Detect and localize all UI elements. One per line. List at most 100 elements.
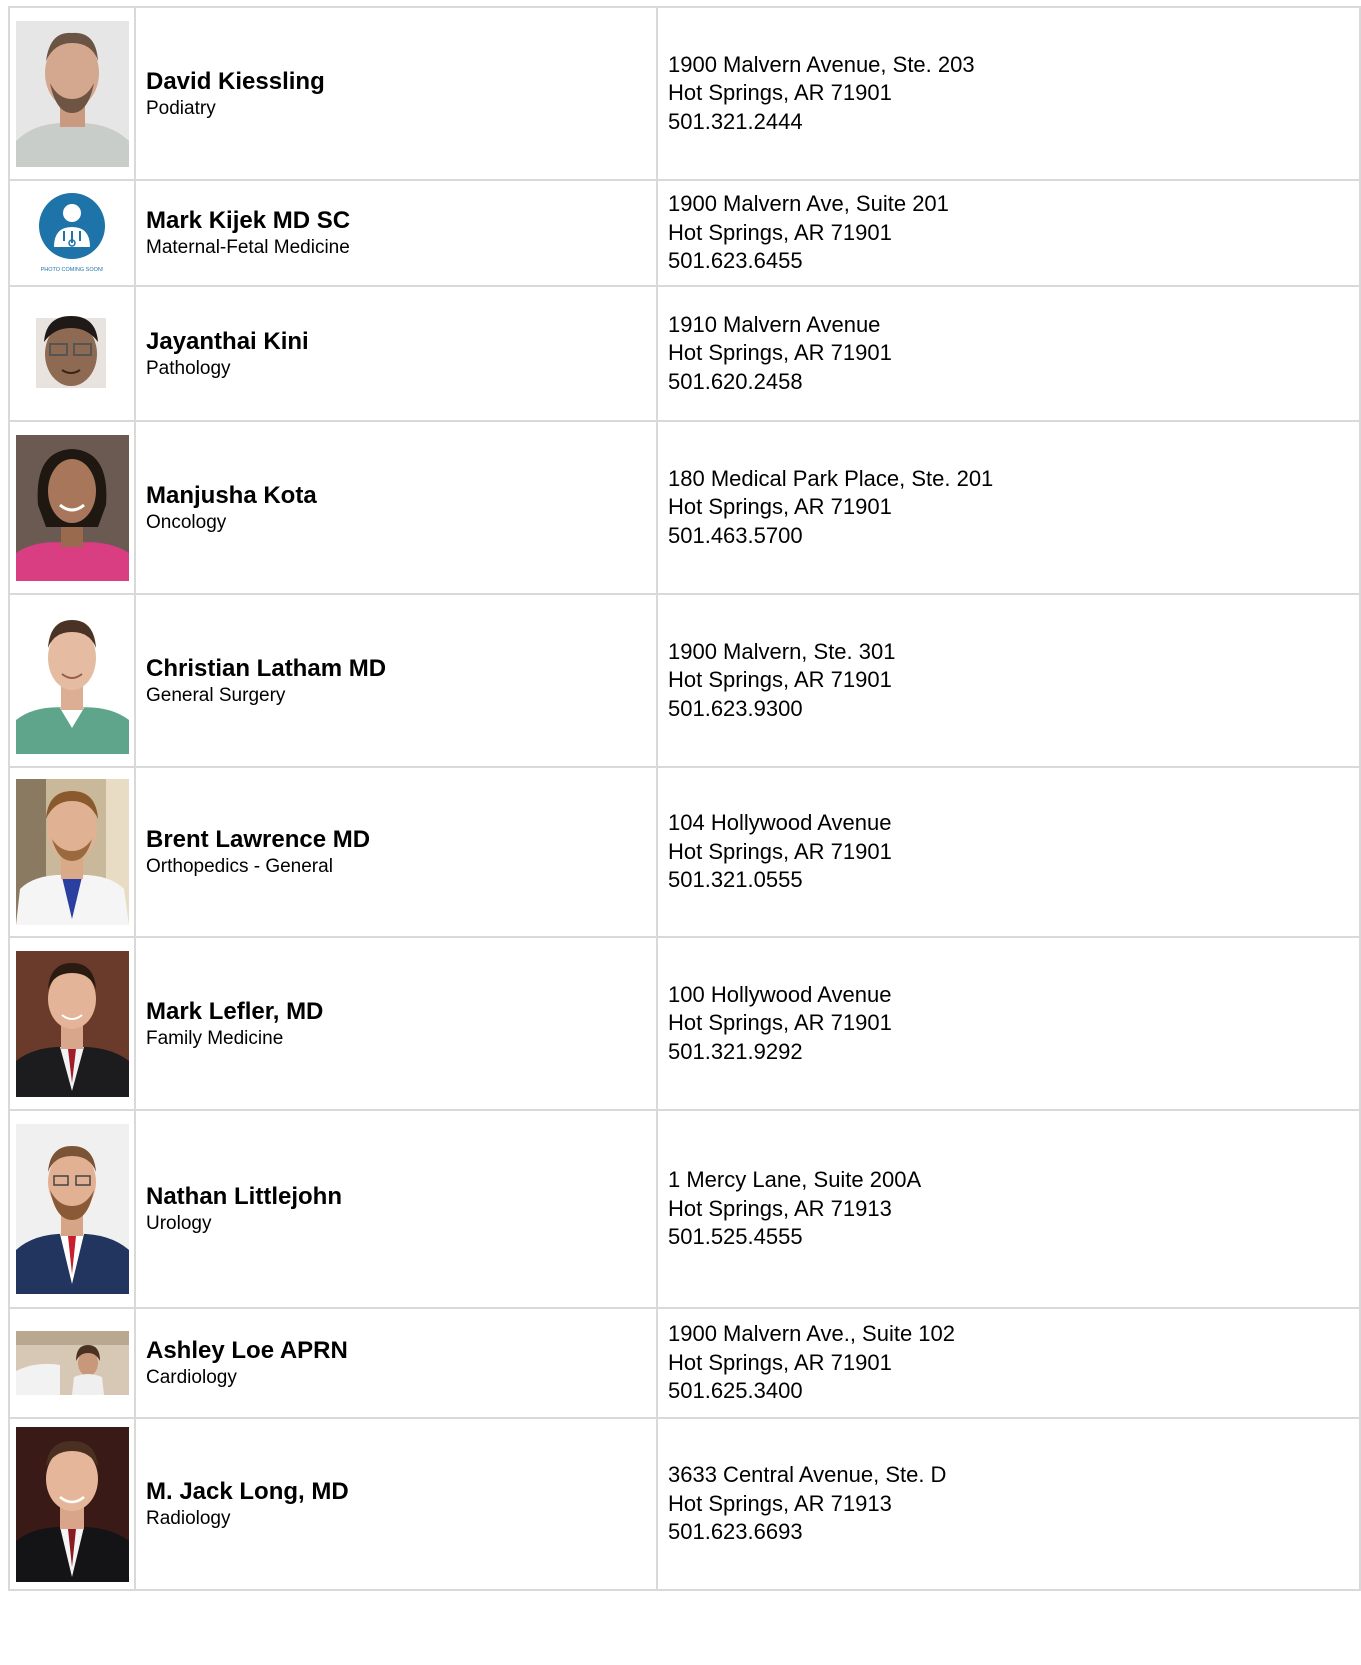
headshot-photo (15, 434, 129, 581)
photo-cell (8, 593, 136, 768)
phone-number[interactable]: 501.620.2458 (668, 368, 1359, 397)
city-state-zip: Hot Springs, AR 71901 (668, 1010, 892, 1036)
street-address: 1900 Malvern Ave, Suite 201 (668, 191, 949, 217)
photo-cell (8, 1109, 136, 1309)
table-row: Christian Latham MD General Surgery 1900… (8, 593, 1361, 768)
address-cell: 1900 Malvern Ave, Suite 201 Hot Springs,… (656, 179, 1361, 287)
physician-name[interactable]: Ashley Loe APRN (146, 1336, 656, 1366)
phone-number[interactable]: 501.623.6693 (668, 1518, 1359, 1547)
phone-number[interactable]: 501.623.9300 (668, 695, 1359, 724)
physician-specialty: Oncology (146, 511, 227, 533)
physician-specialty: Urology (146, 1213, 212, 1234)
name-cell: Brent Lawrence MD Orthopedics - General (134, 766, 658, 938)
table-row: Manjusha Kota Oncology 180 Medical Park … (8, 420, 1361, 595)
phone-number[interactable]: 501.525.4555 (668, 1223, 1359, 1252)
city-state-zip: Hot Springs, AR 71913 (668, 1490, 892, 1516)
physician-name[interactable]: Jayanthai Kini (146, 327, 656, 357)
physician-name[interactable]: David Kiessling (146, 67, 656, 97)
table-row: Brent Lawrence MD Orthopedics - General … (8, 766, 1361, 938)
photo-cell: PHOTO COMING SOON! (8, 179, 136, 287)
headshot-photo (15, 1124, 129, 1294)
address-cell: 1900 Malvern Avenue, Ste. 203 Hot Spring… (656, 6, 1361, 181)
physician-name[interactable]: Nathan Littlejohn (146, 1182, 656, 1212)
photo-caption: PHOTO COMING SOON! (40, 267, 103, 273)
street-address: 1900 Malvern Avenue, Ste. 203 (668, 51, 975, 77)
table-row: PHOTO COMING SOON! Mark Kijek MD SC Mate… (8, 179, 1361, 287)
physician-directory: David Kiessling Podiatry 1900 Malvern Av… (8, 6, 1361, 1591)
address-cell: 1900 Malvern Ave., Suite 102 Hot Springs… (656, 1307, 1361, 1419)
city-state-zip: Hot Springs, AR 71901 (668, 1349, 892, 1375)
street-address: 180 Medical Park Place, Ste. 201 (668, 465, 994, 491)
physician-specialty: Radiology (146, 1508, 231, 1529)
table-row: David Kiessling Podiatry 1900 Malvern Av… (8, 6, 1361, 181)
physician-specialty: Pathology (146, 357, 231, 379)
headshot-photo (15, 1426, 129, 1582)
address-cell: 1 Mercy Lane, Suite 200A Hot Springs, AR… (656, 1109, 1361, 1309)
table-row: Jayanthai Kini Pathology 1910 Malvern Av… (8, 285, 1361, 422)
photo-cell (8, 1417, 136, 1591)
photo-cell (8, 936, 136, 1111)
physician-specialty: Family Medicine (146, 1027, 284, 1049)
name-cell: Mark Lefler, MD Family Medicine (134, 936, 658, 1111)
name-cell: Ashley Loe APRN Cardiology (134, 1307, 658, 1419)
phone-number[interactable]: 501.321.0555 (668, 866, 1359, 895)
physician-name[interactable]: Brent Lawrence MD (146, 825, 656, 855)
headshot-photo (15, 301, 129, 406)
physician-name[interactable]: Mark Kijek MD SC (146, 206, 656, 236)
headshot-photo (15, 607, 129, 754)
city-state-zip: Hot Springs, AR 71901 (668, 838, 892, 864)
city-state-zip: Hot Springs, AR 71901 (668, 80, 892, 106)
table-row: Mark Lefler, MD Family Medicine 100 Holl… (8, 936, 1361, 1111)
physician-specialty: Podiatry (146, 97, 216, 119)
address-cell: 180 Medical Park Place, Ste. 201 Hot Spr… (656, 420, 1361, 595)
city-state-zip: Hot Springs, AR 71901 (668, 340, 892, 366)
photo-cell (8, 766, 136, 938)
phone-number[interactable]: 501.463.5700 (668, 522, 1359, 551)
physician-table: David Kiessling Podiatry 1900 Malvern Av… (8, 6, 1361, 1591)
table-row: Ashley Loe APRN Cardiology 1900 Malvern … (8, 1307, 1361, 1419)
physician-name[interactable]: Mark Lefler, MD (146, 997, 656, 1027)
table-row: M. Jack Long, MD Radiology 3633 Central … (8, 1417, 1361, 1591)
physician-name[interactable]: M. Jack Long, MD (146, 1477, 656, 1507)
address-cell: 1910 Malvern Avenue Hot Springs, AR 7190… (656, 285, 1361, 422)
name-cell: David Kiessling Podiatry (134, 6, 658, 181)
street-address: 1 Mercy Lane, Suite 200A (668, 1167, 922, 1193)
street-address: 1910 Malvern Avenue (668, 311, 881, 337)
name-cell: Jayanthai Kini Pathology (134, 285, 658, 422)
table-row: Nathan Littlejohn Urology 1 Mercy Lane, … (8, 1109, 1361, 1309)
doctor-placeholder-icon: PHOTO COMING SOON! (15, 191, 129, 275)
street-address: 100 Hollywood Avenue (668, 981, 892, 1007)
headshot-photo (15, 1331, 129, 1395)
name-cell: Mark Kijek MD SC Maternal-Fetal Medicine (134, 179, 658, 287)
physician-name[interactable]: Manjusha Kota (146, 481, 656, 511)
city-state-zip: Hot Springs, AR 71913 (668, 1195, 892, 1221)
physician-specialty: Orthopedics - General (146, 856, 333, 877)
physician-name[interactable]: Christian Latham MD (146, 654, 656, 684)
photo-cell (8, 285, 136, 422)
name-cell: Christian Latham MD General Surgery (134, 593, 658, 768)
street-address: 3633 Central Avenue, Ste. D (668, 1462, 947, 1488)
photo-cell (8, 6, 136, 181)
phone-number[interactable]: 501.625.3400 (668, 1377, 1359, 1406)
physician-specialty: General Surgery (146, 684, 286, 706)
physician-specialty: Cardiology (146, 1367, 237, 1388)
address-cell: 100 Hollywood Avenue Hot Springs, AR 719… (656, 936, 1361, 1111)
street-address: 104 Hollywood Avenue (668, 810, 892, 836)
name-cell: Manjusha Kota Oncology (134, 420, 658, 595)
phone-number[interactable]: 501.321.2444 (668, 108, 1359, 137)
street-address: 1900 Malvern, Ste. 301 (668, 638, 896, 664)
physician-specialty: Maternal-Fetal Medicine (146, 237, 350, 258)
photo-cell (8, 1307, 136, 1419)
street-address: 1900 Malvern Ave., Suite 102 (668, 1321, 956, 1347)
city-state-zip: Hot Springs, AR 71901 (668, 494, 892, 520)
photo-cell (8, 420, 136, 595)
phone-number[interactable]: 501.623.6455 (668, 247, 1359, 276)
address-cell: 104 Hollywood Avenue Hot Springs, AR 719… (656, 766, 1361, 938)
phone-number[interactable]: 501.321.9292 (668, 1038, 1359, 1067)
name-cell: Nathan Littlejohn Urology (134, 1109, 658, 1309)
headshot-photo (15, 950, 129, 1097)
city-state-zip: Hot Springs, AR 71901 (668, 667, 892, 693)
name-cell: M. Jack Long, MD Radiology (134, 1417, 658, 1591)
address-cell: 1900 Malvern, Ste. 301 Hot Springs, AR 7… (656, 593, 1361, 768)
headshot-photo (15, 20, 129, 167)
